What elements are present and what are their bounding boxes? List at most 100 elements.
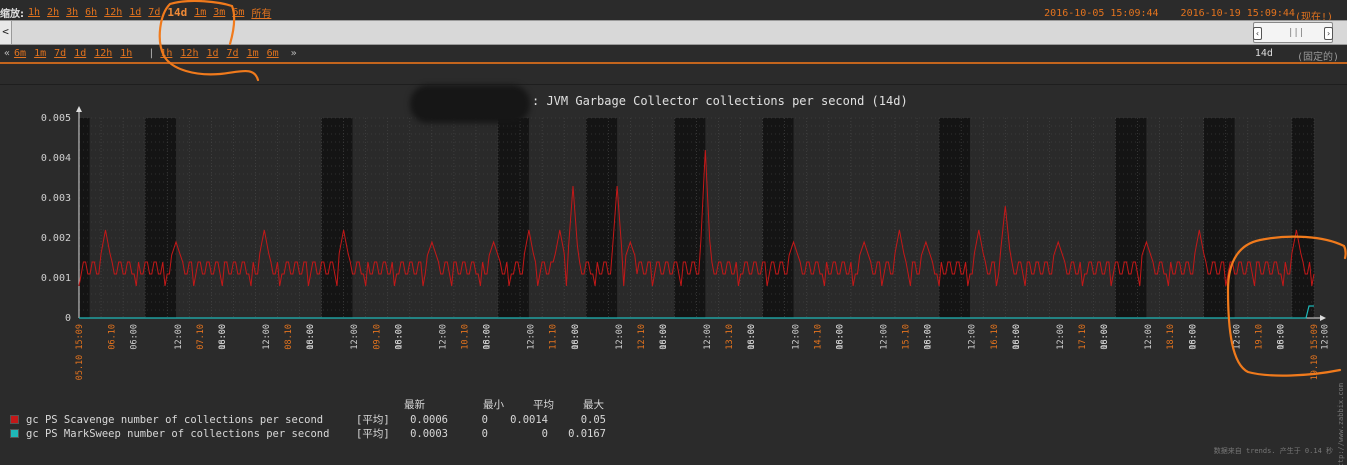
y-tick-label: 0.004 [41, 153, 71, 164]
y-tick-label: 0 [65, 313, 71, 324]
zoom-link-2[interactable]: 3h [66, 7, 78, 18]
zoom-link-9[interactable]: 3m [213, 7, 225, 18]
zoom-link-5[interactable]: 1d [129, 7, 141, 18]
x-day-label: 15.10 [902, 324, 912, 350]
nav-fwd-link-2[interactable]: 1d [206, 48, 218, 59]
night-band-9 [1203, 118, 1235, 318]
legend-head-last: 最新 [404, 399, 425, 411]
nav-fwd-link-4[interactable]: 1m [247, 48, 259, 59]
nav-divider: | [148, 48, 155, 59]
x-day-label: 13.10 [725, 324, 735, 350]
nav-fwd-link-0[interactable]: 1h [160, 48, 172, 59]
time-filter-bar: 缩放: 1h 2h 3h 6h 12h 1d 7d 14d 1m 3m 6m 所有 2016-10-0… [0, 0, 1347, 64]
zoom-link-10[interactable]: 6m [232, 7, 244, 18]
legend-func: [平均] [356, 414, 390, 426]
x-hour-label: 12:00 [968, 324, 978, 350]
zoom-link-0[interactable]: 1h [28, 7, 40, 18]
x-hour-label: 06:00 [483, 324, 493, 350]
period-fixed-toggle[interactable]: (固定的) [1297, 48, 1339, 63]
legend-head-min: 最小 [483, 399, 504, 411]
scroll-left-arrow[interactable]: < [0, 21, 12, 44]
nav-back-link-0[interactable]: 6m [14, 48, 26, 59]
x-hour-label: 06:00 [130, 324, 140, 350]
nav-fwd-link-5[interactable]: 6m [267, 48, 279, 59]
nav-back-link-3[interactable]: 1d [74, 48, 86, 59]
x-axis-arrow-icon [1320, 315, 1326, 321]
timeline-scrollbar[interactable]: < ‹ ||| › [0, 20, 1347, 45]
legend-avg: 0 [541, 427, 548, 440]
legend-avg: 0.0014 [510, 413, 548, 426]
legend-max: 0.0167 [568, 427, 606, 440]
zoom-links: 1h 2h 3h 6h 12h 1d 7d 14d 1m 3m 6m 所有 [28, 5, 278, 20]
side-url: http://www.zabbix.com [1337, 383, 1345, 465]
x-hour-label: 12:00 [1232, 324, 1242, 350]
x-day-label: 17.10 [1078, 324, 1088, 350]
x-hour-label: 12:00 [1056, 324, 1066, 350]
x-day-label: 18.10 [1166, 324, 1176, 350]
y-axis-arrow-icon [76, 106, 82, 112]
x-day-label: 05.10 15:09 [75, 324, 85, 380]
nav-back-link-5[interactable]: 1h [120, 48, 132, 59]
nav-fwd-link-1[interactable]: 12h [180, 48, 198, 59]
night-band-3 [498, 118, 529, 318]
legend-swatch-marksweep [10, 429, 19, 438]
x-day-label: 07.10 [196, 324, 206, 350]
night-band-7 [939, 118, 970, 318]
nav-fwd-link-3[interactable]: 7d [227, 48, 239, 59]
x-day-label: 08.10 [284, 324, 294, 350]
legend-row-scavenge: gc PS Scavenge number of collections per… [10, 412, 606, 427]
nav-row: « 6m 1m 7d 1d 12h 1h | 1h 12h 1d 7d 1m 6m » [0, 47, 301, 60]
night-band-6 [762, 118, 794, 318]
x-day-label: 06.10 [108, 324, 118, 350]
x-hour-label: 12:00 [615, 324, 625, 350]
legend-min: 0 [481, 413, 488, 426]
night-band-4 [586, 118, 618, 318]
night-band-10 [1291, 118, 1314, 318]
x-day-label: 16.10 [990, 324, 1000, 350]
night-band-1 [145, 118, 177, 318]
legend-name: gc PS Scavenge number of collections per… [26, 413, 324, 426]
x-hour-label: 06:00 [924, 324, 934, 350]
graph-title: : JVM Garbage Collector collections per … [532, 94, 908, 108]
nav-back-link-4[interactable]: 12h [94, 48, 112, 59]
nav-back-link-1[interactable]: 1m [34, 48, 46, 59]
x-day-label: 19.10 15:09 [1310, 324, 1320, 380]
nav-back-arrow: « [4, 48, 11, 59]
footer-note: 数据来自 trends. 产生于 0.14 秒 [1213, 447, 1333, 455]
zoom-link-1[interactable]: 2h [47, 7, 59, 18]
zoom-row: 缩放: 1h 2h 3h 6h 12h 1d 7d 14d 1m 3m 6m 所有 [0, 5, 278, 20]
period-length: 14d [1254, 48, 1273, 59]
x-hour-label: 06:00 [1100, 324, 1110, 350]
x-hour-label: 06:00 [306, 324, 316, 350]
zoom-link-11[interactable]: 所有 [251, 5, 271, 20]
x-hour-label: 06:00 [1276, 324, 1286, 350]
legend-min: 0 [481, 427, 488, 440]
legend-head-avg: 平均 [533, 399, 554, 411]
y-tick-label: 0.002 [41, 233, 71, 244]
graph-panel: 0 0.001 0.002 0.003 0.004 0.005 05.10 15:09 06:… [0, 84, 1347, 465]
night-band-2 [321, 118, 353, 318]
nav-back-link-2[interactable]: 7d [54, 48, 66, 59]
legend-last: 0.0006 [410, 413, 448, 426]
legend-head-max: 最大 [583, 399, 604, 411]
gc-chart: 0 0.001 0.002 0.003 0.004 0.005 05.10 15:09 06:… [41, 106, 1331, 380]
zoom-link-6[interactable]: 7d [148, 7, 160, 18]
zoom-link-4[interactable]: 12h [104, 7, 122, 18]
scroll-thumb[interactable]: ‹ ||| › [1253, 22, 1333, 43]
zoom-link-3[interactable]: 6h [85, 7, 97, 18]
x-hour-label: 06:00 [835, 324, 845, 350]
x-hour-label: 06:00 [1188, 324, 1198, 350]
x-hour-label: 12:00 [1144, 324, 1154, 350]
x-hour-label: 12:00 [438, 324, 448, 350]
thumb-left-handle-icon[interactable]: ‹ [1253, 27, 1262, 40]
night-band-5 [674, 118, 706, 318]
thumb-right-handle-icon[interactable]: › [1324, 27, 1333, 40]
x-hour-label: 12:00 [880, 324, 890, 350]
zoom-link-7[interactable]: 14d [167, 6, 187, 19]
x-hour-label: 06:00 [394, 324, 404, 350]
legend-row-marksweep: gc PS MarkSweep number of collections pe… [10, 426, 606, 441]
nav-fwd-links: 1h 12h 1d 7d 1m 6m [160, 48, 286, 59]
x-day-label: 09.10 [372, 324, 382, 350]
x-hour-label: 06:00 [659, 324, 669, 350]
zoom-link-8[interactable]: 1m [194, 7, 206, 18]
